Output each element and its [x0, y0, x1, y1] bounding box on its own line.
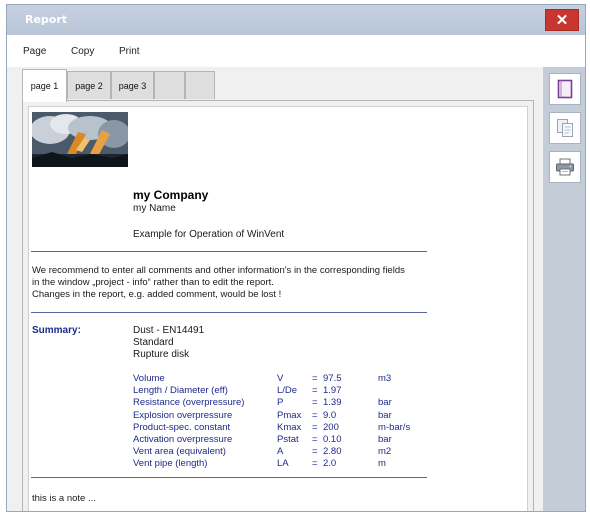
summary-line: Standard	[133, 337, 174, 348]
recommendation-text: We recommend to enter all comments and o…	[32, 265, 405, 301]
recommendation-line: We recommend to enter all comments and o…	[32, 265, 405, 276]
parameter-symbol: A	[277, 446, 284, 458]
parameter-equals: =	[312, 385, 318, 397]
parameter-unit: bar	[378, 409, 392, 421]
parameter-equals: =	[312, 409, 318, 421]
parameter-value: 1.39	[323, 397, 342, 409]
summary-label: Summary:	[32, 325, 81, 336]
close-button[interactable]: ✕	[545, 9, 579, 31]
page-icon	[557, 79, 573, 99]
parameter-symbol: V	[277, 373, 284, 384]
menu-print[interactable]: Print	[119, 46, 140, 57]
parameter-value: 9.0	[323, 409, 337, 421]
report-note: this is a note ...	[32, 493, 96, 504]
recommendation-line: Changes in the report, e.g. added commen…	[32, 289, 282, 300]
company-logo	[32, 112, 128, 167]
parameter-value: 0.10	[323, 433, 342, 445]
tab-page-2[interactable]: page 2	[67, 71, 111, 99]
side-toolbar	[543, 67, 585, 511]
window-title: Report	[25, 13, 68, 26]
parameter-label: Activation overpressure	[133, 433, 233, 445]
parameter-equals: =	[312, 458, 318, 470]
parameter-unit: m3	[378, 373, 392, 384]
parameter-unit: m2	[378, 446, 392, 458]
copy-icon	[557, 119, 573, 137]
report-page[interactable]: my Company my Name Example for Operation…	[28, 106, 528, 511]
summary-line: Dust - EN14491	[133, 325, 205, 336]
parameter-unit: bar	[378, 397, 392, 409]
parameter-symbol: P	[277, 397, 284, 409]
tab-page-1[interactable]: page 1	[22, 69, 67, 102]
tab-empty-2[interactable]	[185, 71, 215, 99]
title-bar[interactable]: Report ✕	[7, 5, 585, 35]
parameter-equals: =	[312, 373, 318, 384]
parameter-label: Resistance (overpressure)	[133, 397, 245, 409]
page-button[interactable]	[549, 73, 581, 105]
parameter-equals: =	[312, 421, 318, 433]
parameter-symbol: Pstat	[277, 433, 299, 445]
copy-button[interactable]	[549, 112, 581, 144]
parameter-value: 2.80	[323, 446, 342, 458]
parameter-label: Volume	[133, 373, 165, 384]
report-window: Report ✕ Page Copy Print page 1 page 2 p…	[6, 4, 586, 512]
parameter-label: Length / Diameter (eff)	[133, 385, 228, 397]
divider	[31, 477, 427, 478]
parameter-value: 2.0	[323, 458, 337, 470]
parameter-symbol: Kmax	[277, 421, 302, 433]
print-button[interactable]	[549, 151, 581, 183]
parameter-value: 200	[323, 421, 339, 433]
menu-page[interactable]: Page	[23, 46, 46, 57]
parameter-label: Explosion overpressure	[133, 409, 233, 421]
parameter-unit: m-bar/s	[378, 421, 411, 433]
page-frame: my Company my Name Example for Operation…	[22, 100, 534, 511]
parameter-value: 1.97	[323, 385, 342, 397]
parameter-symbol: L/De	[277, 385, 298, 397]
parameter-symbol: LA	[277, 458, 289, 470]
parameter-label: Product-spec. constant	[133, 421, 231, 433]
divider	[31, 251, 427, 252]
logo-image	[32, 112, 128, 167]
parameter-equals: =	[312, 446, 318, 458]
menu-copy[interactable]: Copy	[71, 46, 94, 57]
printer-icon	[556, 158, 574, 176]
parameter-symbol: Pmax	[277, 409, 302, 421]
summary-details: Dust - EN14491 Standard Rupture disk	[133, 325, 204, 361]
parameter-equals: =	[312, 433, 318, 445]
parameter-unit: bar	[378, 433, 392, 445]
parameter-unit: m	[378, 458, 386, 470]
parameter-equals: =	[312, 397, 318, 409]
tab-page-3[interactable]: page 3	[111, 71, 154, 99]
user-name: my Name	[133, 203, 176, 214]
menu-bar: Page Copy Print	[7, 35, 585, 67]
summary-line: Rupture disk	[133, 349, 190, 360]
divider	[31, 312, 427, 313]
parameter-label: Vent area (equivalent)	[133, 446, 226, 458]
company-name: my Company	[133, 188, 209, 202]
report-subtitle: Example for Operation of WinVent	[133, 229, 285, 240]
recommendation-line: in the window „project - info“ rather th…	[32, 277, 274, 288]
tab-empty-1[interactable]	[154, 71, 185, 99]
close-icon: ✕	[555, 12, 569, 29]
parameter-label: Vent pipe (length)	[133, 458, 208, 470]
parameter-value: 97.5	[323, 373, 342, 384]
